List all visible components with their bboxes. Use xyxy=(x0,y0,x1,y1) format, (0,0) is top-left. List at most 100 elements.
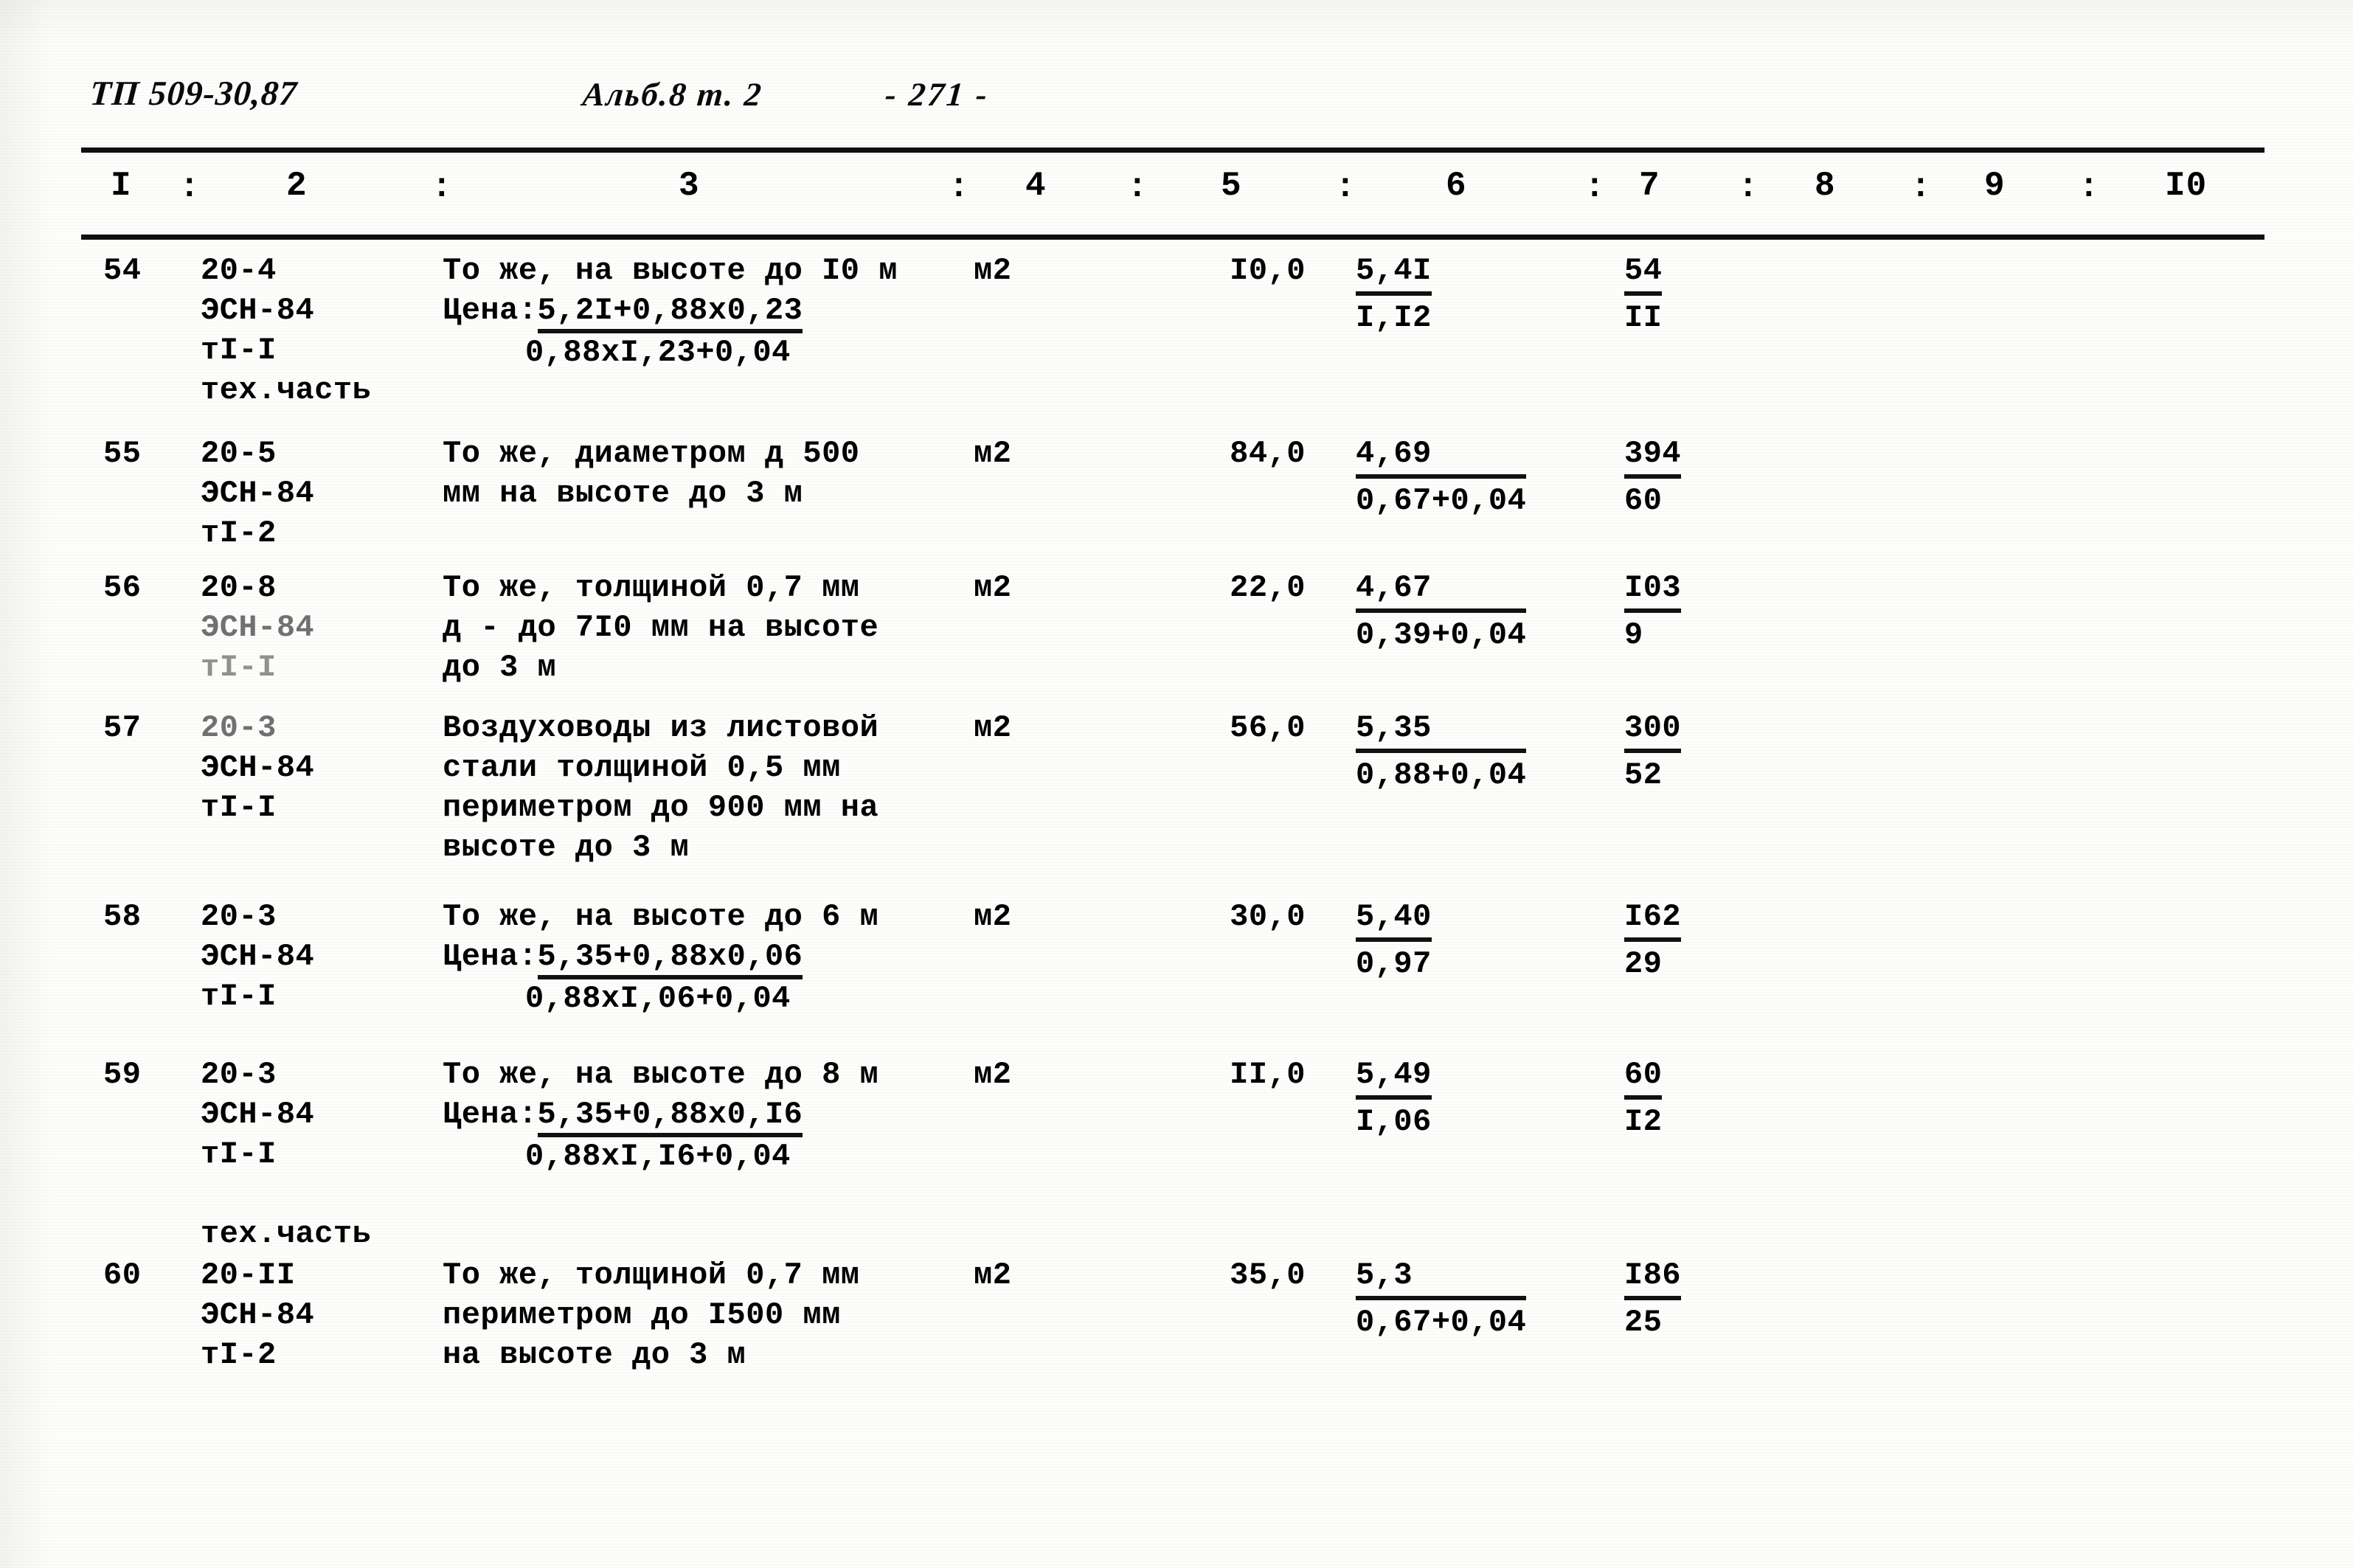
unit-price-denominator: 0,88+0,04 xyxy=(1356,757,1527,793)
cell-item-number: 60 xyxy=(103,1257,142,1293)
cell-description: То же, на высоте до 8 м Цена:5,35+0,88х0,… xyxy=(443,1055,988,1176)
norm-code-line: 20-3 xyxy=(201,1057,277,1092)
table-row: 56 20-8 ЭСН-84 тI-I То же, толщиной 0,7 мм д … xyxy=(0,568,2353,708)
price-numerator: 5,35+0,88х0,I6 xyxy=(537,1097,803,1137)
cell-unit-price: 5,40 0,97 xyxy=(1356,897,1599,984)
norm-code-line: 20-3 xyxy=(201,710,277,746)
description-line: д - до 7I0 мм на высоте xyxy=(443,610,879,645)
cell-norm-code: 20-II ЭСН-84 тI-2 xyxy=(201,1255,437,1375)
column-number-c9: 9 xyxy=(1984,167,2006,205)
cell-norm-code: 20-5 ЭСН-84 тI-2 xyxy=(201,434,437,553)
price-formula: Цена:5,2I+0,88х0,23 0,88хI,23+0,04 xyxy=(443,291,988,372)
price-numerator: 5,2I+0,88х0,23 xyxy=(537,293,803,333)
total-cost-numerator: 54 xyxy=(1624,251,1663,296)
cell-quantity: 56,0 xyxy=(1230,710,1306,746)
cell-norm-code: 20-3 ЭСН-84 тI-I xyxy=(201,708,437,828)
table-row: 59 20-3 ЭСН-84 тI-I тех.часть То же, на высо… xyxy=(0,1055,2353,1254)
norm-code-line: ЭСН-84 xyxy=(201,750,315,785)
norm-code-line: тI-I xyxy=(201,333,277,368)
table-row: 54 20-4 ЭСН-84 тI-I тех.часть То же, на высот… xyxy=(0,251,2353,408)
unit-price-numerator: 5,49 xyxy=(1356,1055,1432,1100)
norm-code-line xyxy=(201,1174,437,1214)
unit-price-numerator: 5,40 xyxy=(1356,897,1432,942)
price-label: Цена: xyxy=(443,293,538,328)
column-number-c10: I0 xyxy=(2165,167,2208,205)
norm-code-line: ЭСН-84 xyxy=(201,1097,315,1132)
total-cost-numerator: I03 xyxy=(1624,568,1682,613)
description-line: То же, диаметром д 500 xyxy=(443,436,860,471)
cell-item-number: 58 xyxy=(103,899,142,934)
column-number-c5: 5 xyxy=(1221,167,1242,205)
unit-price-denominator: I,06 xyxy=(1356,1104,1432,1139)
norm-code-line: ЭСН-84 xyxy=(201,939,315,974)
norm-code-line: тI-I xyxy=(201,650,277,685)
cell-item-number: 54 xyxy=(103,253,142,288)
cell-total-cost: 300 52 xyxy=(1624,708,1794,795)
cell-description: То же, на высоте до I0 м Цена:5,2I+0,88х0… xyxy=(443,251,988,372)
norm-code-line: тI-I xyxy=(201,979,277,1014)
cell-unit: м2 xyxy=(974,1057,1012,1092)
column-separator: : xyxy=(1910,168,1931,207)
cell-unit-price: 5,49 I,06 xyxy=(1356,1055,1599,1142)
cell-item-number: 57 xyxy=(103,710,142,746)
description-line: То же, толщиной 0,7 мм xyxy=(443,1257,860,1293)
column-number-c4: 4 xyxy=(1025,167,1047,205)
table-row: 55 20-5 ЭСН-84 тI-2 То же, диаметром д 500 мм… xyxy=(0,434,2353,566)
table-row: 60 20-II ЭСН-84 тI-2 То же, толщиной 0,7 мм п… xyxy=(0,1255,2353,1403)
cell-unit: м2 xyxy=(974,710,1012,746)
cell-unit-price: 4,67 0,39+0,04 xyxy=(1356,568,1599,655)
price-formula: Цена:5,35+0,88х0,06 0,88хI,06+0,04 xyxy=(443,937,988,1019)
cell-quantity: 30,0 xyxy=(1230,899,1306,934)
unit-price-numerator: 5,35 xyxy=(1356,708,1527,753)
album-reference: Альб.8 т. 2 xyxy=(581,76,764,113)
column-number-c2: 2 xyxy=(286,167,308,205)
cell-item-number: 56 xyxy=(103,570,142,606)
description-line: То же, на высоте до 6 м xyxy=(443,899,879,934)
unit-price-denominator: I,I2 xyxy=(1356,300,1432,336)
description-line: стали толщиной 0,5 мм xyxy=(443,750,841,785)
table-rule-bottom xyxy=(81,235,2264,240)
cell-norm-code: 20-3 ЭСН-84 тI-I xyxy=(201,897,437,1016)
total-cost-numerator: 300 xyxy=(1624,708,1682,753)
total-cost-numerator: I86 xyxy=(1624,1255,1682,1300)
price-label: Цена: xyxy=(443,939,538,974)
description-line: высоте до 3 м xyxy=(443,830,690,865)
column-number-c1: I xyxy=(111,167,132,205)
description-line: до 3 м xyxy=(443,650,557,685)
description-line: То же, на высоте до 8 м xyxy=(443,1057,879,1092)
cell-item-number: 59 xyxy=(103,1057,142,1092)
norm-code-line: 20-II xyxy=(201,1257,296,1293)
table-row: 58 20-3 ЭСН-84 тI-I То же, на высоте до 6 мЦ… xyxy=(0,897,2353,1052)
total-cost-denominator: 60 xyxy=(1624,483,1663,518)
column-number-c3: 3 xyxy=(679,167,700,205)
price-denominator: 0,88хI,06+0,04 xyxy=(525,981,791,1016)
cell-unit: м2 xyxy=(974,253,1012,288)
norm-code-line: тех.часть xyxy=(201,372,372,408)
unit-price-denominator: 0,67+0,04 xyxy=(1356,1305,1527,1340)
price-label: Цена: xyxy=(443,1097,538,1132)
column-separator: : xyxy=(2079,168,2099,207)
norm-code-line: тех.часть xyxy=(201,1216,372,1252)
norm-code-line: тI-2 xyxy=(201,516,277,551)
unit-price-numerator: 5,4I xyxy=(1356,251,1432,296)
total-cost-denominator: 9 xyxy=(1624,617,1643,653)
column-separator: : xyxy=(1127,168,1148,207)
column-separator: : xyxy=(432,168,452,207)
unit-price-numerator: 4,67 xyxy=(1356,568,1527,613)
price-formula: Цена:5,35+0,88х0,I6 0,88хI,I6+0,04 xyxy=(443,1095,988,1176)
description-line: периметром до 900 мм на xyxy=(443,790,879,825)
table-rule-top xyxy=(81,148,2264,153)
page-header: ТП 509-30,87 Альб.8 т. 2 - 271 - xyxy=(0,71,2353,137)
norm-code-line: тI-I xyxy=(201,790,277,825)
cell-unit: м2 xyxy=(974,570,1012,606)
price-denominator: 0,88хI,I6+0,04 xyxy=(525,1139,791,1174)
norm-code-line: ЭСН-84 xyxy=(201,610,315,645)
cell-quantity: 35,0 xyxy=(1230,1257,1306,1293)
norm-code-line: ЭСН-84 xyxy=(201,1297,315,1333)
description-line: То же, на высоте до I0 м xyxy=(443,253,898,288)
cell-unit-price: 4,69 0,67+0,04 xyxy=(1356,434,1599,521)
price-numerator: 5,35+0,88х0,06 xyxy=(537,939,803,979)
document-code: ТП 509-30,87 xyxy=(89,74,299,113)
column-separator: : xyxy=(1335,168,1356,207)
cell-total-cost: I62 29 xyxy=(1624,897,1794,984)
